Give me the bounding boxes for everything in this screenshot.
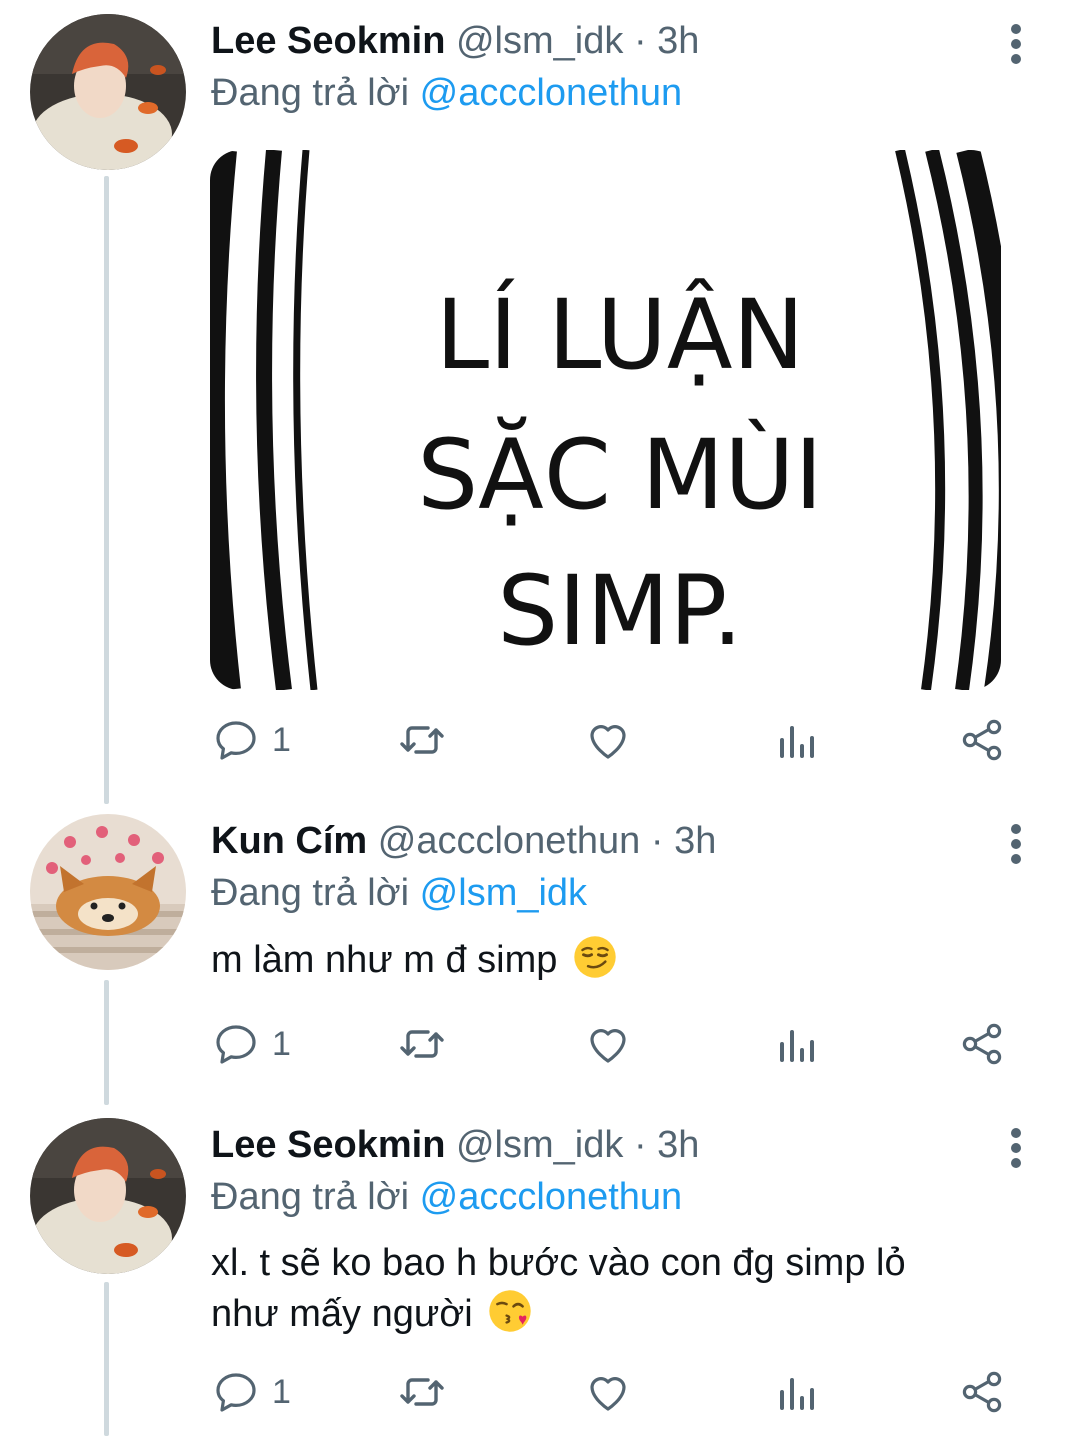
image-text-line: SIMP. bbox=[497, 555, 743, 667]
separator-dot: · bbox=[633, 20, 647, 62]
display-name[interactable]: Lee Seokmin bbox=[211, 20, 445, 62]
analytics-icon bbox=[780, 1030, 814, 1062]
more-icon[interactable] bbox=[996, 16, 1036, 76]
share-button[interactable] bbox=[958, 1362, 1006, 1422]
display-name[interactable]: Lee Seokmin bbox=[211, 1124, 445, 1166]
reply-button[interactable]: 1 bbox=[212, 1014, 291, 1074]
separator-dot: · bbox=[633, 1124, 647, 1166]
tweet-image[interactable]: LÍ LUẬN SẶC MÙI SIMP. bbox=[210, 150, 1001, 690]
separator-dot: · bbox=[650, 820, 664, 862]
tweet-text-body: m làm như m đ simp bbox=[211, 939, 558, 981]
analytics-icon bbox=[780, 1378, 814, 1410]
reply-count: 1 bbox=[272, 720, 291, 759]
tweet-text: xl. t sẽ ko bao h bước vào con đg simp l… bbox=[211, 1238, 906, 1339]
analytics-button[interactable] bbox=[772, 710, 820, 770]
timestamp[interactable]: 3h bbox=[657, 1124, 699, 1166]
tweet-header: Lee Seokmin @lsm_idk · 3h bbox=[211, 18, 699, 64]
action-bar: 1 bbox=[0, 1014, 1080, 1074]
replying-label: Đang trả lời bbox=[211, 72, 410, 114]
like-button[interactable] bbox=[584, 1014, 632, 1074]
timestamp[interactable]: 3h bbox=[674, 820, 716, 862]
retweet-button[interactable] bbox=[398, 1014, 446, 1074]
tweet-header: Kun Cím @accclonethun · 3h bbox=[211, 818, 716, 864]
tweet-text-line: xl. t sẽ ko bao h bước vào con đg simp l… bbox=[211, 1242, 906, 1284]
replying-to: Đang trả lời @lsm_idk bbox=[211, 870, 587, 916]
image-text-line: SẶC MÙI bbox=[417, 417, 823, 531]
tweet-text: m làm như m đ simp bbox=[211, 934, 618, 985]
face-blowing-a-kiss-emoji bbox=[489, 1290, 531, 1332]
display-name[interactable]: Kun Cím bbox=[211, 820, 367, 862]
share-icon bbox=[962, 1371, 1002, 1413]
retweet-button[interactable] bbox=[398, 710, 446, 770]
action-bar: 1 bbox=[0, 1362, 1080, 1422]
analytics-button[interactable] bbox=[772, 1362, 820, 1422]
image-text-line: LÍ LUẬN bbox=[436, 278, 805, 391]
retweet-icon bbox=[400, 726, 444, 754]
like-icon bbox=[590, 1029, 626, 1063]
reply-count: 1 bbox=[272, 1024, 291, 1063]
like-icon bbox=[590, 725, 626, 759]
avatar[interactable] bbox=[30, 814, 186, 970]
user-handle[interactable]: @accclonethun bbox=[378, 820, 641, 862]
share-button[interactable] bbox=[958, 710, 1006, 770]
reply-button[interactable]: 1 bbox=[212, 1362, 291, 1422]
tweet[interactable]: Lee Seokmin @lsm_idk · 3h Đang trả lời @… bbox=[0, 1104, 1080, 1436]
reply-icon bbox=[216, 721, 256, 760]
retweet-button[interactable] bbox=[398, 1362, 446, 1422]
more-icon[interactable] bbox=[996, 1120, 1036, 1180]
replying-to: Đang trả lời @accclonethun bbox=[211, 1174, 682, 1220]
share-icon bbox=[962, 719, 1002, 761]
like-button[interactable] bbox=[584, 1362, 632, 1422]
smirking-face-emoji bbox=[574, 936, 616, 978]
reply-icon bbox=[216, 1373, 256, 1412]
mention-link[interactable]: @accclonethun bbox=[420, 1176, 683, 1218]
like-button[interactable] bbox=[584, 710, 632, 770]
tweet-header: Lee Seokmin @lsm_idk · 3h bbox=[211, 1122, 699, 1168]
more-icon[interactable] bbox=[996, 816, 1036, 876]
timestamp[interactable]: 3h bbox=[657, 20, 699, 62]
analytics-button[interactable] bbox=[772, 1014, 820, 1074]
user-handle[interactable]: @lsm_idk bbox=[456, 1124, 623, 1166]
tweet[interactable]: Kun Cím @accclonethun · 3h Đang trả lời … bbox=[0, 800, 1080, 1102]
replying-to: Đang trả lời @accclonethun bbox=[211, 70, 682, 116]
avatar[interactable] bbox=[30, 1118, 186, 1274]
mention-link[interactable]: @lsm_idk bbox=[420, 872, 587, 914]
retweet-icon bbox=[400, 1030, 444, 1058]
tweet-text-line: như mấy người bbox=[211, 1293, 473, 1335]
user-handle[interactable]: @lsm_idk bbox=[456, 20, 623, 62]
reply-count: 1 bbox=[272, 1372, 291, 1411]
action-bar: 1 bbox=[0, 710, 1080, 770]
replying-label: Đang trả lời bbox=[211, 872, 410, 914]
like-icon bbox=[590, 1377, 626, 1411]
share-button[interactable] bbox=[958, 1014, 1006, 1074]
tweet[interactable]: Lee Seokmin @lsm_idk · 3h Đang trả lời @… bbox=[0, 0, 1080, 800]
replying-label: Đang trả lời bbox=[211, 1176, 410, 1218]
reply-button[interactable]: 1 bbox=[212, 710, 291, 770]
retweet-icon bbox=[400, 1378, 444, 1406]
mention-link[interactable]: @accclonethun bbox=[420, 72, 683, 114]
share-icon bbox=[962, 1023, 1002, 1065]
avatar[interactable] bbox=[30, 14, 186, 170]
analytics-icon bbox=[780, 726, 814, 758]
reply-icon bbox=[216, 1025, 256, 1064]
